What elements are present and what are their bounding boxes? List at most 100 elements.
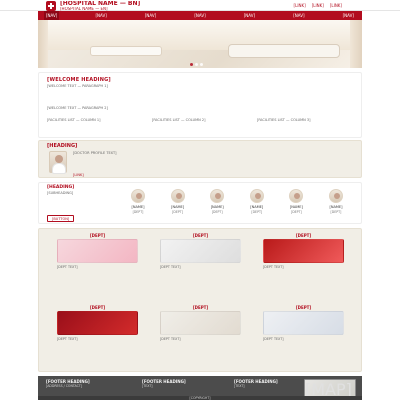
- doctor-photo-head: [55, 155, 63, 163]
- departments-section: [DEPT] [DEPT TEXT] [DEPT] [DEPT TEXT] [D…: [38, 228, 362, 372]
- department-text: [DEPT TEXT]: [57, 337, 78, 341]
- top-link[interactable]: [LINK]: [330, 3, 342, 8]
- site-footer: [FOOTER HEADING] [ADDRESS / CONTACT] [FO…: [38, 376, 362, 400]
- department-image: [160, 311, 241, 335]
- map-embed[interactable]: [MAP]: [304, 379, 356, 397]
- doctor-name: [NAME]: [210, 205, 224, 209]
- main-nav: [NAV] [NAV] [NAV] [NAV] [NAV] [NAV] [NAV…: [38, 11, 362, 20]
- department-title: [DEPT]: [192, 305, 209, 310]
- copyright: [COPYRIGHT]: [38, 396, 362, 400]
- page: [HOSPITAL NAME — BN] [HOSPITAL NAME — EN…: [0, 0, 400, 400]
- doctor-photo: [49, 151, 67, 174]
- nav-item[interactable]: [NAV]: [242, 11, 257, 20]
- specialists-heading: [HEADING]: [47, 185, 75, 190]
- doctor-name: [NAME]: [171, 205, 185, 209]
- hero-dot[interactable]: [190, 63, 193, 66]
- department-text: [DEPT TEXT]: [160, 337, 181, 341]
- department-card[interactable]: [DEPT] [DEPT TEXT]: [253, 233, 354, 295]
- top-link[interactable]: [LINK]: [294, 3, 306, 8]
- hero-image-bed: [228, 44, 340, 58]
- department-title: [DEPT]: [192, 233, 209, 238]
- doctor-photo-coat: [52, 163, 66, 174]
- footer-column: [FOOTER HEADING] [TEXT]: [142, 379, 230, 397]
- doctor-card[interactable]: [NAME] [DEPT]: [159, 189, 197, 223]
- doctor-name: [NAME]: [289, 205, 303, 209]
- footer-text: [ADDRESS / CONTACT]: [46, 384, 83, 388]
- department-image: [57, 311, 138, 335]
- facilities-column: [FACILITIES LIST — COLUMN 1]: [47, 118, 101, 122]
- top-links: [LINK] [LINK] [LINK]: [294, 3, 342, 8]
- doctor-card[interactable]: [NAME] [DEPT]: [277, 189, 315, 223]
- facilities-column: [FACILITIES LIST — COLUMN 2]: [152, 118, 206, 122]
- brand[interactable]: [HOSPITAL NAME — BN] [HOSPITAL NAME — EN…: [60, 1, 250, 11]
- welcome-paragraph: [WELCOME TEXT — PARAGRAPH 2]: [47, 106, 108, 110]
- hero-image-curtain: [38, 20, 48, 68]
- department-text: [DEPT TEXT]: [57, 265, 78, 269]
- department-card[interactable]: [DEPT] [DEPT TEXT]: [150, 233, 251, 295]
- nav-item[interactable]: [NAV]: [291, 11, 306, 20]
- footer-map-column: [MAP]: [304, 379, 356, 397]
- hero-image-curtain: [350, 20, 362, 68]
- doctor-avatar: [170, 189, 185, 203]
- hero-image-bed: [90, 46, 162, 56]
- doctor-name: [NAME]: [131, 205, 145, 209]
- specialists-subheading: [SUBHEADING]: [47, 191, 74, 195]
- doctor-card[interactable]: [NAME] [DEPT]: [317, 189, 355, 223]
- department-image: [263, 239, 344, 263]
- doctor-avatar: [210, 189, 225, 203]
- department-card[interactable]: [DEPT] [DEPT TEXT]: [47, 305, 148, 367]
- doctor-card[interactable]: [NAME] [DEPT]: [198, 189, 236, 223]
- facilities: [FACILITIES LIST — COLUMN 1] [FACILITIES…: [47, 118, 355, 136]
- doctor-department: [DEPT]: [251, 210, 263, 214]
- nav-item[interactable]: [NAV]: [341, 11, 356, 20]
- department-card[interactable]: [DEPT] [DEPT TEXT]: [47, 233, 148, 295]
- doctor-avatar: [289, 189, 304, 203]
- doctor-card[interactable]: [NAME] [DEPT]: [238, 189, 276, 223]
- doctor-highlight-link[interactable]: [LINK]: [73, 173, 84, 177]
- department-card[interactable]: [DEPT] [DEPT TEXT]: [150, 305, 251, 367]
- doctor-avatar: [249, 189, 264, 203]
- welcome-title: [WELCOME HEADING]: [47, 77, 111, 83]
- facilities-column: [FACILITIES LIST — COLUMN 3]: [257, 118, 311, 122]
- department-title: [DEPT]: [295, 233, 312, 238]
- hero-dot[interactable]: [195, 63, 198, 66]
- department-image: [160, 239, 241, 263]
- nav-item[interactable]: [NAV]: [143, 11, 158, 20]
- welcome-paragraph: [WELCOME TEXT — PARAGRAPH 1]: [47, 84, 108, 88]
- doctor-highlight: [HEADING] [DOCTOR PROFILE TEXT] [LINK]: [38, 140, 362, 178]
- footer-text: [TEXT]: [234, 384, 245, 388]
- doctor-name: [NAME]: [329, 205, 343, 209]
- nav-item[interactable]: [NAV]: [192, 11, 207, 20]
- doctor-avatar: [131, 189, 145, 203]
- specialists-button[interactable]: [BUTTON]: [47, 215, 75, 222]
- specialists-intro: [HEADING] [SUBHEADING] [BUTTON]: [47, 185, 111, 223]
- hero-slider[interactable]: [38, 20, 362, 68]
- specialists-section: [HEADING] [SUBHEADING] [BUTTON] [NAME] […: [38, 182, 362, 224]
- department-title: [DEPT]: [89, 305, 106, 310]
- doctor-department: [DEPT]: [330, 210, 342, 214]
- site-header: [HOSPITAL NAME — BN] [HOSPITAL NAME — EN…: [0, 0, 400, 11]
- footer-column: [FOOTER HEADING] [ADDRESS / CONTACT]: [46, 379, 138, 397]
- department-image: [57, 239, 138, 263]
- hero-dot[interactable]: [200, 63, 203, 66]
- footer-text: [TEXT]: [142, 384, 153, 388]
- welcome-section: [WELCOME HEADING] [WELCOME TEXT — PARAGR…: [38, 72, 362, 138]
- doctor-department: [DEPT]: [172, 210, 183, 214]
- department-text: [DEPT TEXT]: [160, 265, 181, 269]
- doctor-highlight-heading: [HEADING]: [47, 143, 78, 149]
- department-title: [DEPT]: [89, 233, 106, 238]
- department-text: [DEPT TEXT]: [263, 337, 284, 341]
- doctor-department: [DEPT]: [211, 210, 223, 214]
- hospital-logo[interactable]: [46, 1, 56, 11]
- specialists-grid: [NAME] [DEPT] [NAME] [DEPT] [NAME] [DEPT…: [119, 189, 355, 223]
- doctor-avatar: [328, 189, 343, 203]
- nav-item[interactable]: [NAV]: [44, 11, 60, 20]
- footer-column: [FOOTER HEADING] [TEXT]: [234, 379, 298, 397]
- doctor-card[interactable]: [NAME] [DEPT]: [119, 189, 157, 223]
- nav-items: [NAV] [NAV] [NAV] [NAV] [NAV] [NAV] [NAV…: [38, 11, 362, 20]
- top-link[interactable]: [LINK]: [312, 3, 324, 8]
- department-card[interactable]: [DEPT] [DEPT TEXT]: [253, 305, 354, 367]
- nav-item[interactable]: [NAV]: [93, 11, 108, 20]
- doctor-name: [NAME]: [250, 205, 264, 209]
- doctor-department: [DEPT]: [132, 210, 144, 214]
